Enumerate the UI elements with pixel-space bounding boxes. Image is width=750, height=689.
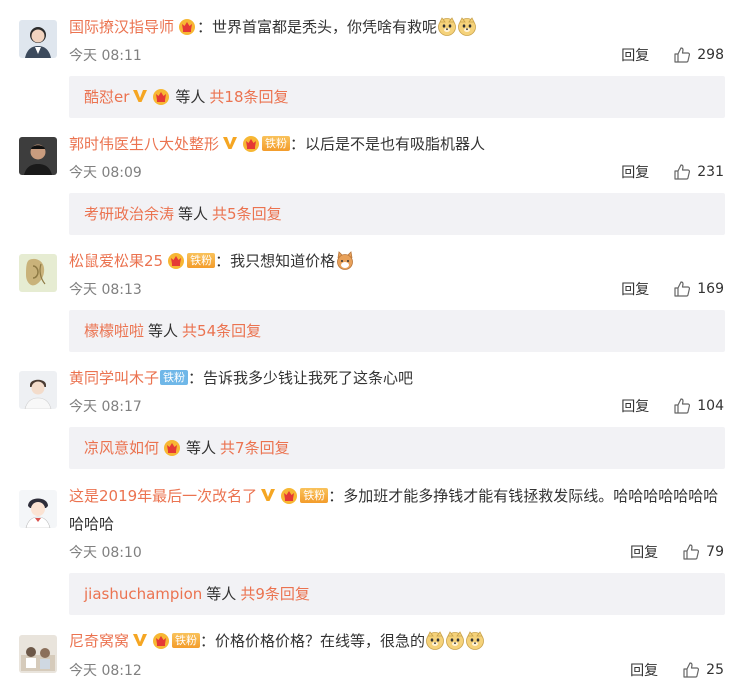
comment-time: 今天 08:17	[69, 399, 142, 415]
reply-user-name[interactable]: 考研政治余涛	[84, 205, 174, 223]
v-badge-icon	[133, 634, 148, 646]
comment-text: 告诉我多少钱让我死了这条心吧	[203, 369, 414, 387]
thumbs-up-icon	[674, 398, 691, 414]
reply-user-name[interactable]: 酷怼er	[84, 88, 129, 106]
doge-emoji-icon	[445, 630, 465, 650]
comment-content: 国际撩汉指导师 ：世界首富都是秃头，你凭啥有救呢	[69, 16, 477, 38]
replies-summary[interactable]: jiashuchampion 等人 共9条回复	[69, 573, 725, 615]
comment-actions: 回复 298	[621, 45, 724, 65]
avatar[interactable]	[19, 635, 57, 673]
reply-count-link[interactable]: 共5条回复	[212, 205, 282, 223]
like-count: 25	[706, 662, 724, 678]
reply-user-name[interactable]: jiashuchampion	[84, 585, 202, 603]
like-count: 104	[697, 398, 724, 414]
replies-summary[interactable]: 酷怼er 等人 共18条回复	[69, 76, 725, 118]
comment-list: 国际撩汉指导师 ：世界首富都是秃头，你凭啥有救呢 今天 08:11 回复 298 …	[0, 0, 750, 689]
thumbs-up-icon	[674, 164, 691, 180]
doge-emoji-icon	[425, 630, 445, 650]
avatar[interactable]	[19, 254, 57, 292]
like-count: 298	[697, 47, 724, 63]
cat-emoji-icon	[335, 250, 355, 270]
replies-summary[interactable]: 考研政治余涛 等人 共5条回复	[69, 193, 725, 235]
crown-badge-icon	[151, 631, 171, 649]
doge-emoji-icon	[457, 16, 477, 36]
comment-text: 世界首富都是秃头，你凭啥有救呢	[212, 18, 438, 36]
avatar[interactable]	[19, 490, 57, 528]
avatar[interactable]	[19, 20, 57, 58]
comment-time: 今天 08:11	[69, 48, 142, 64]
user-name[interactable]: 国际撩汉指导师	[69, 18, 174, 36]
thumbs-up-icon	[683, 544, 700, 560]
thumbs-up-icon	[683, 662, 700, 678]
reply-button[interactable]: 回复	[621, 162, 649, 182]
like-count: 79	[706, 544, 724, 560]
reply-count-link[interactable]: 共18条回复	[209, 88, 288, 106]
crown-badge-icon	[166, 251, 186, 269]
comment-actions: 回复 25	[630, 660, 724, 680]
reply-button[interactable]: 回复	[630, 542, 658, 562]
reply-count-link[interactable]: 共54条回复	[182, 322, 261, 340]
thumbs-up-icon	[674, 281, 691, 297]
comment-content: 尼奇窝窝 铁粉 ：价格价格价格？在线等，很急的	[69, 630, 485, 652]
doge-emoji-icon	[465, 630, 485, 650]
reply-button[interactable]: 回复	[621, 396, 649, 416]
avatar[interactable]	[19, 137, 57, 175]
comment-actions: 回复 104	[621, 396, 724, 416]
like-button[interactable]: 169	[673, 280, 724, 298]
comment-time: 今天 08:12	[69, 663, 142, 679]
user-name[interactable]: 这是2019年最后一次改名了	[69, 487, 257, 505]
user-name[interactable]: 郭时伟医生八大处整形	[69, 135, 219, 153]
crown-badge-icon	[151, 79, 171, 105]
like-button[interactable]: 298	[673, 46, 724, 64]
fan-badge: 铁粉	[262, 136, 291, 151]
like-count: 169	[697, 281, 724, 297]
comment-actions: 回复 79	[630, 542, 724, 562]
reply-count-link[interactable]: 共9条回复	[240, 585, 310, 603]
fan-badge: 铁粉	[160, 370, 189, 385]
comment-content: 郭时伟医生八大处整形 铁粉 ：以后是不是也有吸脂机器人	[69, 134, 486, 153]
replies-summary[interactable]: 凉风意如何 等人 共7条回复	[69, 427, 725, 469]
reply-button[interactable]: 回复	[630, 660, 658, 680]
reply-user-name[interactable]: 檬檬啦啦	[84, 322, 144, 340]
like-button[interactable]: 25	[682, 661, 724, 679]
comment-text: 我只想知道价格	[230, 252, 336, 270]
comment-time: 今天 08:09	[69, 165, 142, 181]
reply-button[interactable]: 回复	[621, 279, 649, 299]
fan-badge: 铁粉	[300, 488, 329, 503]
crown-badge-icon	[279, 485, 299, 504]
fan-badge: 铁粉	[172, 633, 201, 648]
comment-text: 以后是不是也有吸脂机器人	[305, 135, 486, 153]
user-name[interactable]: 尼奇窝窝	[69, 632, 129, 650]
crown-badge-icon	[177, 17, 197, 35]
reply-count-link[interactable]: 共7条回复	[220, 439, 290, 457]
like-button[interactable]: 104	[673, 397, 724, 415]
comment-time: 今天 08:13	[69, 282, 142, 298]
like-count: 231	[697, 164, 724, 180]
reply-button[interactable]: 回复	[621, 45, 649, 65]
v-badge-icon	[223, 137, 238, 149]
like-button[interactable]: 231	[673, 163, 724, 181]
fan-badge: 铁粉	[187, 253, 216, 268]
user-name[interactable]: 松鼠爱松果25	[69, 252, 163, 270]
comment-actions: 回复 169	[621, 279, 724, 299]
comment-text: 价格价格价格？在线等，很急的	[215, 632, 426, 650]
reply-user-name[interactable]: 凉风意如何	[84, 439, 159, 457]
like-button[interactable]: 79	[682, 543, 724, 561]
v-badge-icon	[133, 90, 148, 102]
comment-time: 今天 08:10	[69, 545, 142, 561]
thumbs-up-icon	[674, 47, 691, 63]
user-name[interactable]: 黄同学叫木子	[69, 369, 159, 387]
comment-actions: 回复 231	[621, 162, 724, 182]
replies-summary[interactable]: 檬檬啦啦 等人 共54条回复	[69, 310, 725, 352]
v-badge-icon	[261, 489, 276, 501]
comment-content: 松鼠爱松果25 铁粉 ：我只想知道价格	[69, 250, 355, 272]
doge-emoji-icon	[437, 16, 457, 36]
comment-content: 这是2019年最后一次改名了 铁粉 ：多加班才能多挣钱才能有钱拯救发际线。哈哈哈哈哈…	[69, 485, 719, 533]
comment-content: 黄同学叫木子 铁粉 ：告诉我多少钱让我死了这条心吧	[69, 369, 414, 387]
crown-badge-icon	[162, 430, 182, 456]
avatar[interactable]	[19, 371, 57, 409]
crown-badge-icon	[241, 134, 261, 152]
